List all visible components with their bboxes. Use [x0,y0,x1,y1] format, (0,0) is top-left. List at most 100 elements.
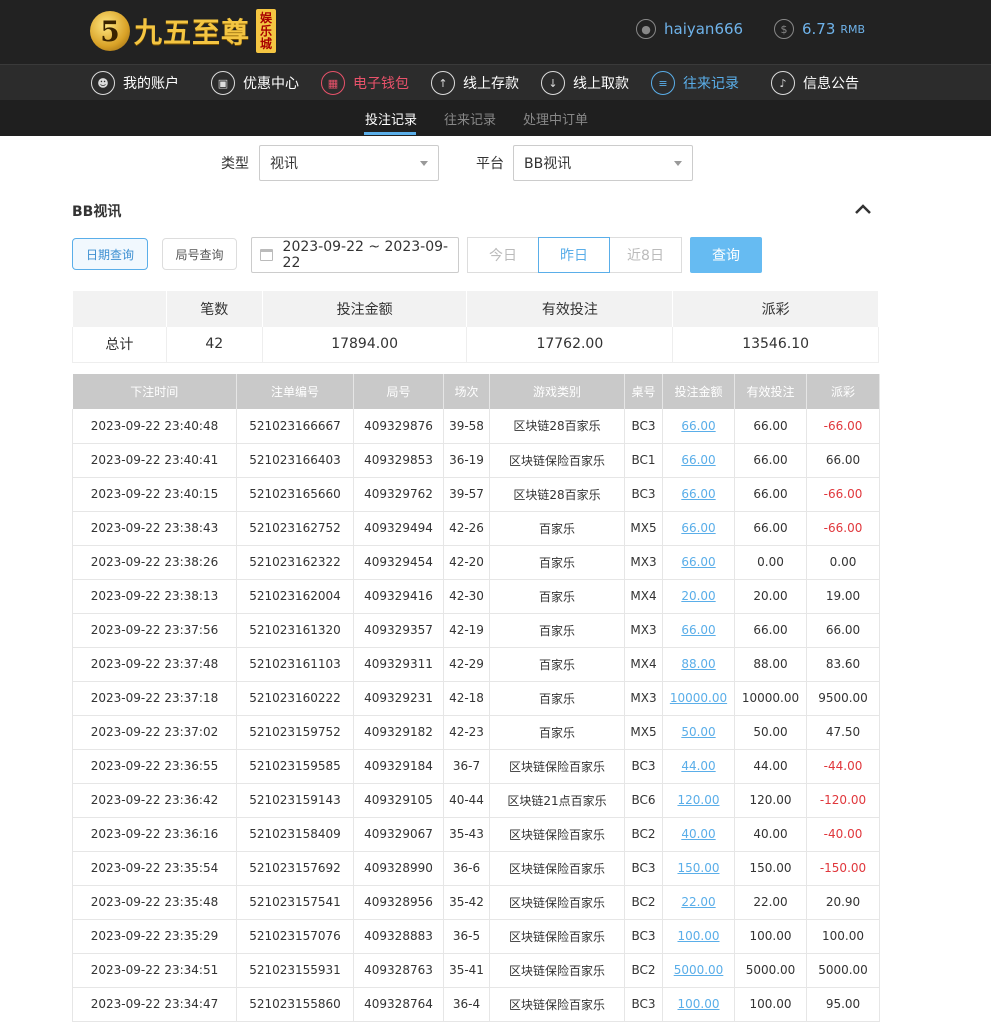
table-cell: -66.00 [806,409,880,444]
table-cell: -150.00 [806,851,880,886]
round-query-button[interactable]: 局号查询 [162,238,237,270]
summary-header: 笔数 [166,291,263,327]
table-cell: 120.00 [734,783,807,818]
tab-transactions[interactable]: 往来记录 [444,109,496,128]
table-cell: MX4 [624,579,663,614]
table-cell: 39-58 [443,409,490,444]
wallet-icon: ▦ [321,71,345,95]
platform-select[interactable]: BB视讯 [513,145,693,181]
bet-amount-link[interactable]: 10000.00 [670,691,727,705]
table-cell: -120.00 [806,783,880,818]
table-cell: MX5 [624,511,663,546]
bet-amount-link[interactable]: 66.00 [681,419,715,433]
table-cell: -40.00 [806,817,880,852]
date-query-button[interactable]: 日期查询 [72,238,148,270]
bet-amount-link[interactable]: 40.00 [681,827,715,841]
type-select[interactable]: 视讯 [259,145,439,181]
brand-logo[interactable]: 5 九五至尊 娱乐城 [90,7,277,55]
table-cell: 36-7 [443,749,490,784]
bet-amount-link[interactable]: 66.00 [681,453,715,467]
table-cell: MX3 [624,545,663,580]
table-cell: 42-18 [443,681,490,716]
bet-amount-link[interactable]: 66.00 [681,487,715,501]
table-cell: 42-23 [443,715,490,750]
table-row: 2023-09-22 23:40:48 521023166667 409329876… [72,409,880,444]
table-cell: 2023-09-22 23:36:55 [72,749,237,784]
table-cell: 2023-09-22 23:37:02 [72,715,237,750]
bet-amount-link[interactable]: 88.00 [681,657,715,671]
table-cell: 2023-09-22 23:35:48 [72,885,237,920]
table-cell: MX3 [624,613,663,648]
bet-amount-cell: 66.00 [662,443,735,478]
balance-amount: 6.73 [802,20,836,38]
table-cell: -44.00 [806,749,880,784]
table-cell: MX3 [624,681,663,716]
table-cell: 39-57 [443,477,490,512]
bet-amount-link[interactable]: 66.00 [681,623,715,637]
table-cell: BC3 [624,477,663,512]
table-cell: 521023161320 [236,613,354,648]
balance[interactable]: $ 6.73 RMB [774,19,865,39]
quick-today-button[interactable]: 今日 [467,237,539,273]
bet-amount-link[interactable]: 120.00 [678,793,720,807]
balance-currency: RMB [840,22,866,36]
bet-amount-link[interactable]: 50.00 [681,725,715,739]
bet-amount-cell: 150.00 [662,851,735,886]
bet-amount-link[interactable]: 100.00 [678,997,720,1011]
bet-amount-link[interactable]: 66.00 [681,521,715,535]
table-cell: 区块链保险百家乐 [489,443,625,478]
bet-amount-link[interactable]: 5000.00 [674,963,724,977]
nav-announcements[interactable]: ♪ 信息公告 [771,69,859,97]
bet-amount-cell: 100.00 [662,987,735,1022]
table-cell: 409329494 [353,511,444,546]
bet-amount-link[interactable]: 150.00 [678,861,720,875]
table-row: 2023-09-22 23:36:42 521023159143 409329105… [72,783,880,818]
table-cell: 百家乐 [489,579,625,614]
search-button[interactable]: 查询 [690,237,762,273]
user-account[interactable]: ● haiyan666 [636,19,743,39]
nav-my-account[interactable]: ☻ 我的账户 [91,69,179,97]
bet-amount-link[interactable]: 44.00 [681,759,715,773]
table-row: 2023-09-22 23:35:54 521023157692 409328990… [72,851,880,886]
bet-amount-cell: 10000.00 [662,681,735,716]
bet-amount-cell: 66.00 [662,409,735,444]
table-cell: 区块链保险百家乐 [489,953,625,988]
bet-amount-link[interactable]: 20.00 [681,589,715,603]
tab-pending-orders[interactable]: 处理中订单 [523,109,588,128]
quick-last8days-button[interactable]: 近8日 [609,237,682,273]
bet-records-table: 下注时间 注单编号 局号 场次 游戏类别 桌号 投注金额 有效投注 派彩 2023-09-22 … [72,374,880,1022]
chevron-down-icon [674,161,682,166]
tab-bet-records[interactable]: 投注记录 [365,109,417,128]
table-cell: 10000.00 [734,681,807,716]
summary-header: 有效投注 [466,291,674,327]
column-header: 桌号 [624,374,663,409]
bet-amount-cell: 120.00 [662,783,735,818]
bet-amount-link[interactable]: 66.00 [681,555,715,569]
nav-e-wallet[interactable]: ▦ 电子钱包 [321,69,409,97]
table-cell: 35-43 [443,817,490,852]
table-cell: 100.00 [734,919,807,954]
date-range-picker[interactable]: 2023-09-22 ~ 2023-09-22 [251,237,459,273]
table-cell: 36-6 [443,851,490,886]
nav-promotions[interactable]: ▣ 优惠中心 [211,69,299,97]
table-cell: 0.00 [806,545,880,580]
table-cell: 66.00 [806,613,880,648]
chevron-up-icon[interactable] [852,200,874,218]
nav-withdraw[interactable]: ↓ 线上取款 [541,69,629,97]
nav-records[interactable]: ≡ 往来记录 [651,69,739,97]
bet-amount-link[interactable]: 22.00 [681,895,715,909]
table-row: 2023-09-22 23:40:15 521023165660 409329762… [72,477,880,512]
table-cell: 区块链28百家乐 [489,409,625,444]
table-cell: 409329184 [353,749,444,784]
table-cell: 409329853 [353,443,444,478]
table-cell: 521023159585 [236,749,354,784]
bet-amount-link[interactable]: 100.00 [678,929,720,943]
table-cell: 521023162752 [236,511,354,546]
table-cell: 88.00 [734,647,807,682]
table-cell: BC3 [624,987,663,1022]
nav-deposit[interactable]: ↑ 线上存款 [431,69,519,97]
bet-amount-cell: 44.00 [662,749,735,784]
quick-yesterday-button[interactable]: 昨日 [538,237,610,273]
table-cell: 100.00 [734,987,807,1022]
bet-amount-cell: 22.00 [662,885,735,920]
